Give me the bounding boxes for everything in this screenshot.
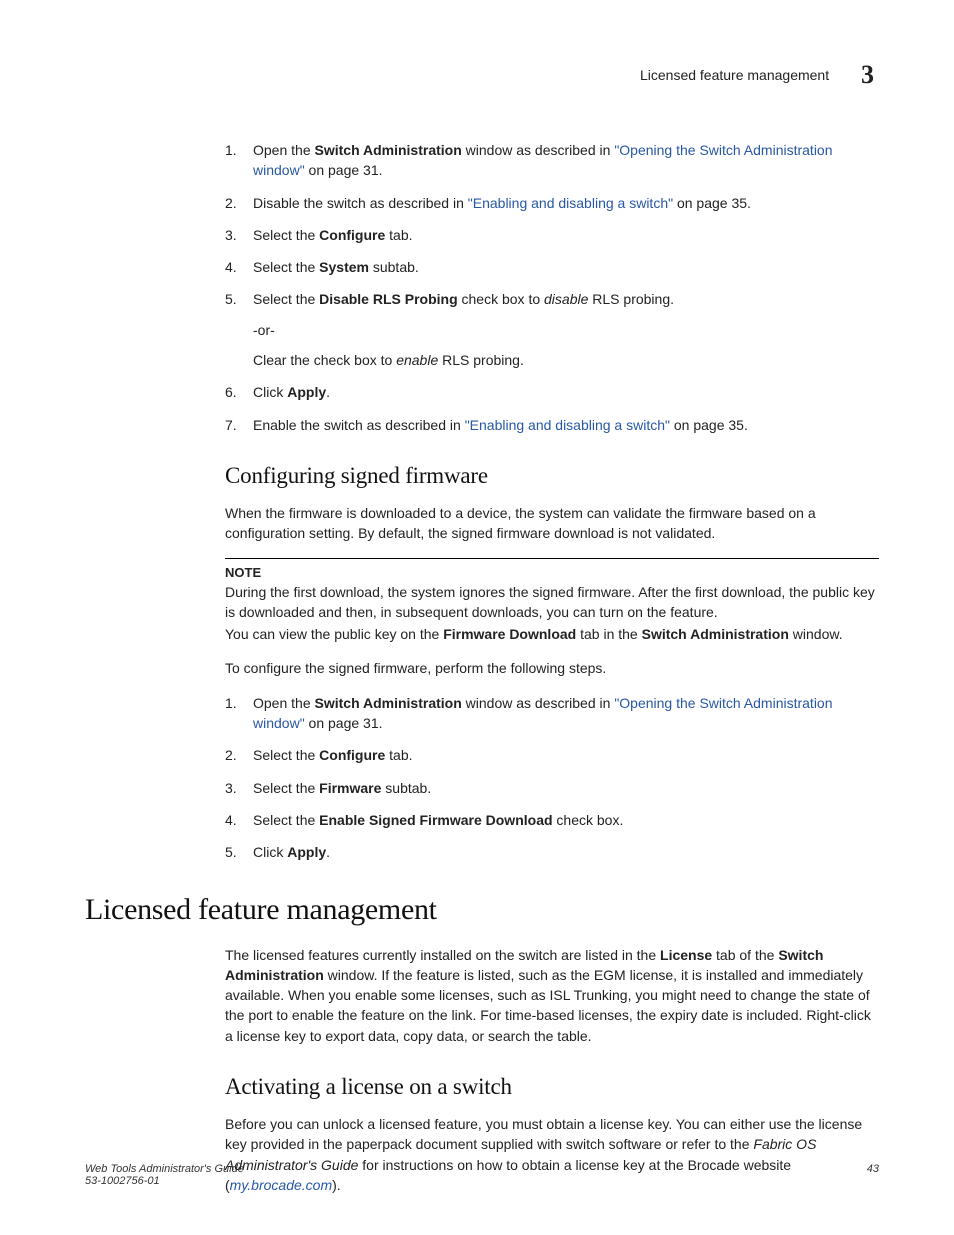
procedure-list-2: Open the Switch Administration window as…	[225, 693, 879, 863]
chapter-number: 3	[861, 60, 874, 89]
cross-ref-link[interactable]: "Enabling and disabling a switch"	[468, 195, 673, 211]
list-item: Select the Configure tab.	[225, 745, 879, 765]
list-item: Select the Configure tab.	[225, 225, 879, 245]
divider	[225, 558, 879, 559]
ui-label: Switch Administration	[642, 626, 789, 642]
ui-label: Apply	[287, 844, 326, 860]
note-body: You can view the public key on the Firmw…	[225, 624, 879, 644]
footer-book-title: Web Tools Administrator's Guide	[85, 1163, 879, 1175]
ui-label: Configure	[319, 747, 385, 763]
ui-label: License	[660, 947, 712, 963]
list-item: Select the System subtab.	[225, 257, 879, 277]
ui-label: System	[319, 259, 369, 275]
footer-doc-number: 53-1002756-01	[85, 1175, 879, 1187]
ui-label: Switch Administration	[315, 142, 462, 158]
list-item: Open the Switch Administration window as…	[225, 140, 879, 181]
heading-activating-license: Activating a license on a switch	[225, 1074, 879, 1100]
procedure-list-1: Open the Switch Administration window as…	[225, 140, 879, 435]
ui-label: Enable Signed Firmware Download	[319, 812, 552, 828]
or-text: -or-	[253, 320, 879, 340]
list-item: Open the Switch Administration window as…	[225, 693, 879, 734]
list-item: Disable the switch as described in "Enab…	[225, 193, 879, 213]
alt-text: Clear the check box to enable RLS probin…	[253, 350, 879, 370]
list-item: Click Apply.	[225, 842, 879, 862]
ui-label: Switch Administration	[315, 695, 462, 711]
list-item: Click Apply.	[225, 382, 879, 402]
page-footer: 43 Web Tools Administrator's Guide 53-10…	[85, 1163, 879, 1187]
cross-ref-link[interactable]: "Enabling and disabling a switch"	[465, 417, 670, 433]
header-title: Licensed feature management	[640, 67, 829, 83]
note-body: During the first download, the system ig…	[225, 582, 879, 623]
ui-label: Configure	[319, 227, 385, 243]
list-item: Enable the switch as described in "Enabl…	[225, 415, 879, 435]
page-number: 43	[867, 1163, 879, 1175]
body-text: To configure the signed firmware, perfor…	[225, 658, 879, 678]
list-item: Select the Enable Signed Firmware Downlo…	[225, 810, 879, 830]
ui-label: Firmware	[319, 780, 381, 796]
heading-licensed-feature-management: Licensed feature management	[85, 893, 879, 927]
list-item: Select the Firmware subtab.	[225, 778, 879, 798]
body-text: When the firmware is downloaded to a dev…	[225, 503, 879, 544]
note-heading: NOTE	[225, 565, 879, 580]
ui-label: Apply	[287, 384, 326, 400]
running-header: Licensed feature management 3	[85, 60, 879, 90]
ui-label: Disable RLS Probing	[319, 291, 457, 307]
list-item: Select the Disable RLS Probing check box…	[225, 289, 879, 370]
body-text: The licensed features currently installe…	[225, 945, 879, 1046]
heading-configuring-signed-firmware: Configuring signed firmware	[225, 463, 879, 489]
ui-label: Firmware Download	[443, 626, 576, 642]
